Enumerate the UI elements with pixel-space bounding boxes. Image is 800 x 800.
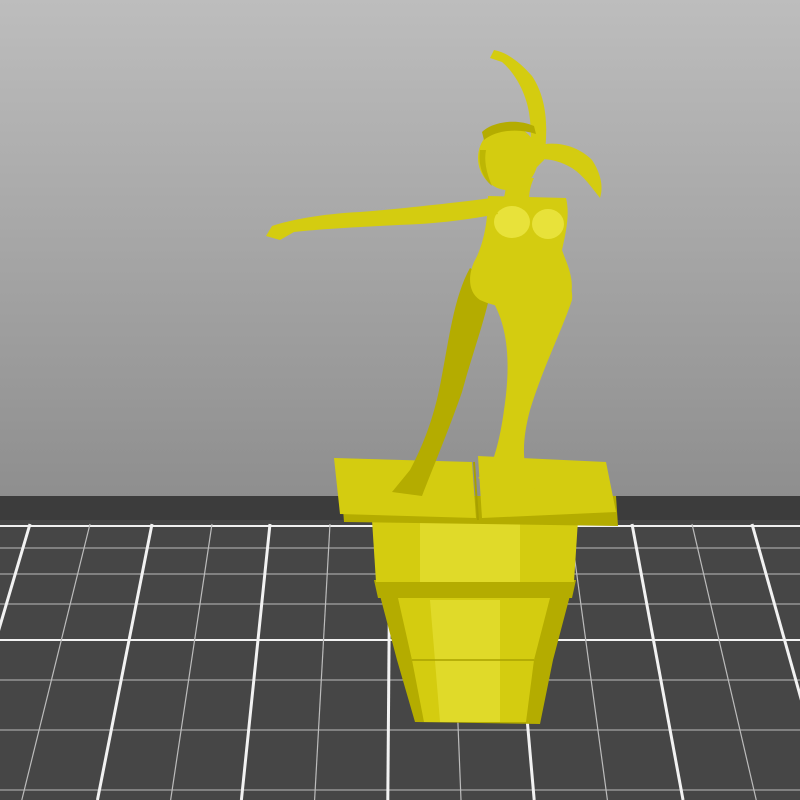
scene-canvas[interactable]: figurine-on-pedestal xyxy=(0,0,800,800)
viewport-background xyxy=(0,0,800,500)
3d-viewport[interactable]: figurine-on-pedestal xyxy=(0,0,800,800)
